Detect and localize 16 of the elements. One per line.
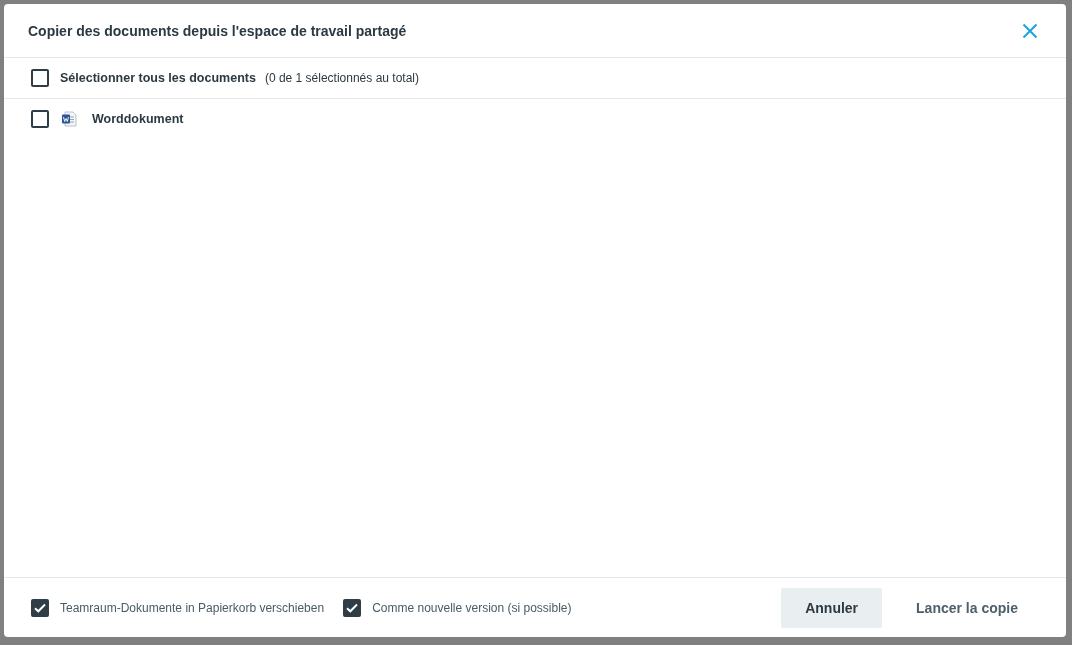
document-name: Worddokument [92, 112, 184, 126]
option-label: Comme nouvelle version (si possible) [372, 600, 572, 615]
dialog-title: Copier des documents depuis l'espace de travail partagé [28, 22, 407, 39]
document-icon [61, 111, 77, 127]
checkbox[interactable] [31, 110, 49, 128]
check-icon [34, 602, 46, 613]
close-icon [1022, 22, 1038, 39]
select-all-label: Sélectionner tous les documents [60, 71, 256, 85]
check-icon [346, 602, 359, 613]
checkbox[interactable] [343, 598, 362, 617]
start-copy-button[interactable]: Lancer la copie [898, 587, 1036, 628]
option-label: Teamraum-Dokumente in Papierkorb verschieben [60, 600, 325, 615]
cancel-button[interactable]: Annuler [781, 587, 883, 628]
checkbox[interactable] [31, 598, 49, 617]
selection-count: (0 de 1 sélectionnés au total) [264, 71, 419, 85]
checkbox[interactable] [31, 69, 49, 87]
